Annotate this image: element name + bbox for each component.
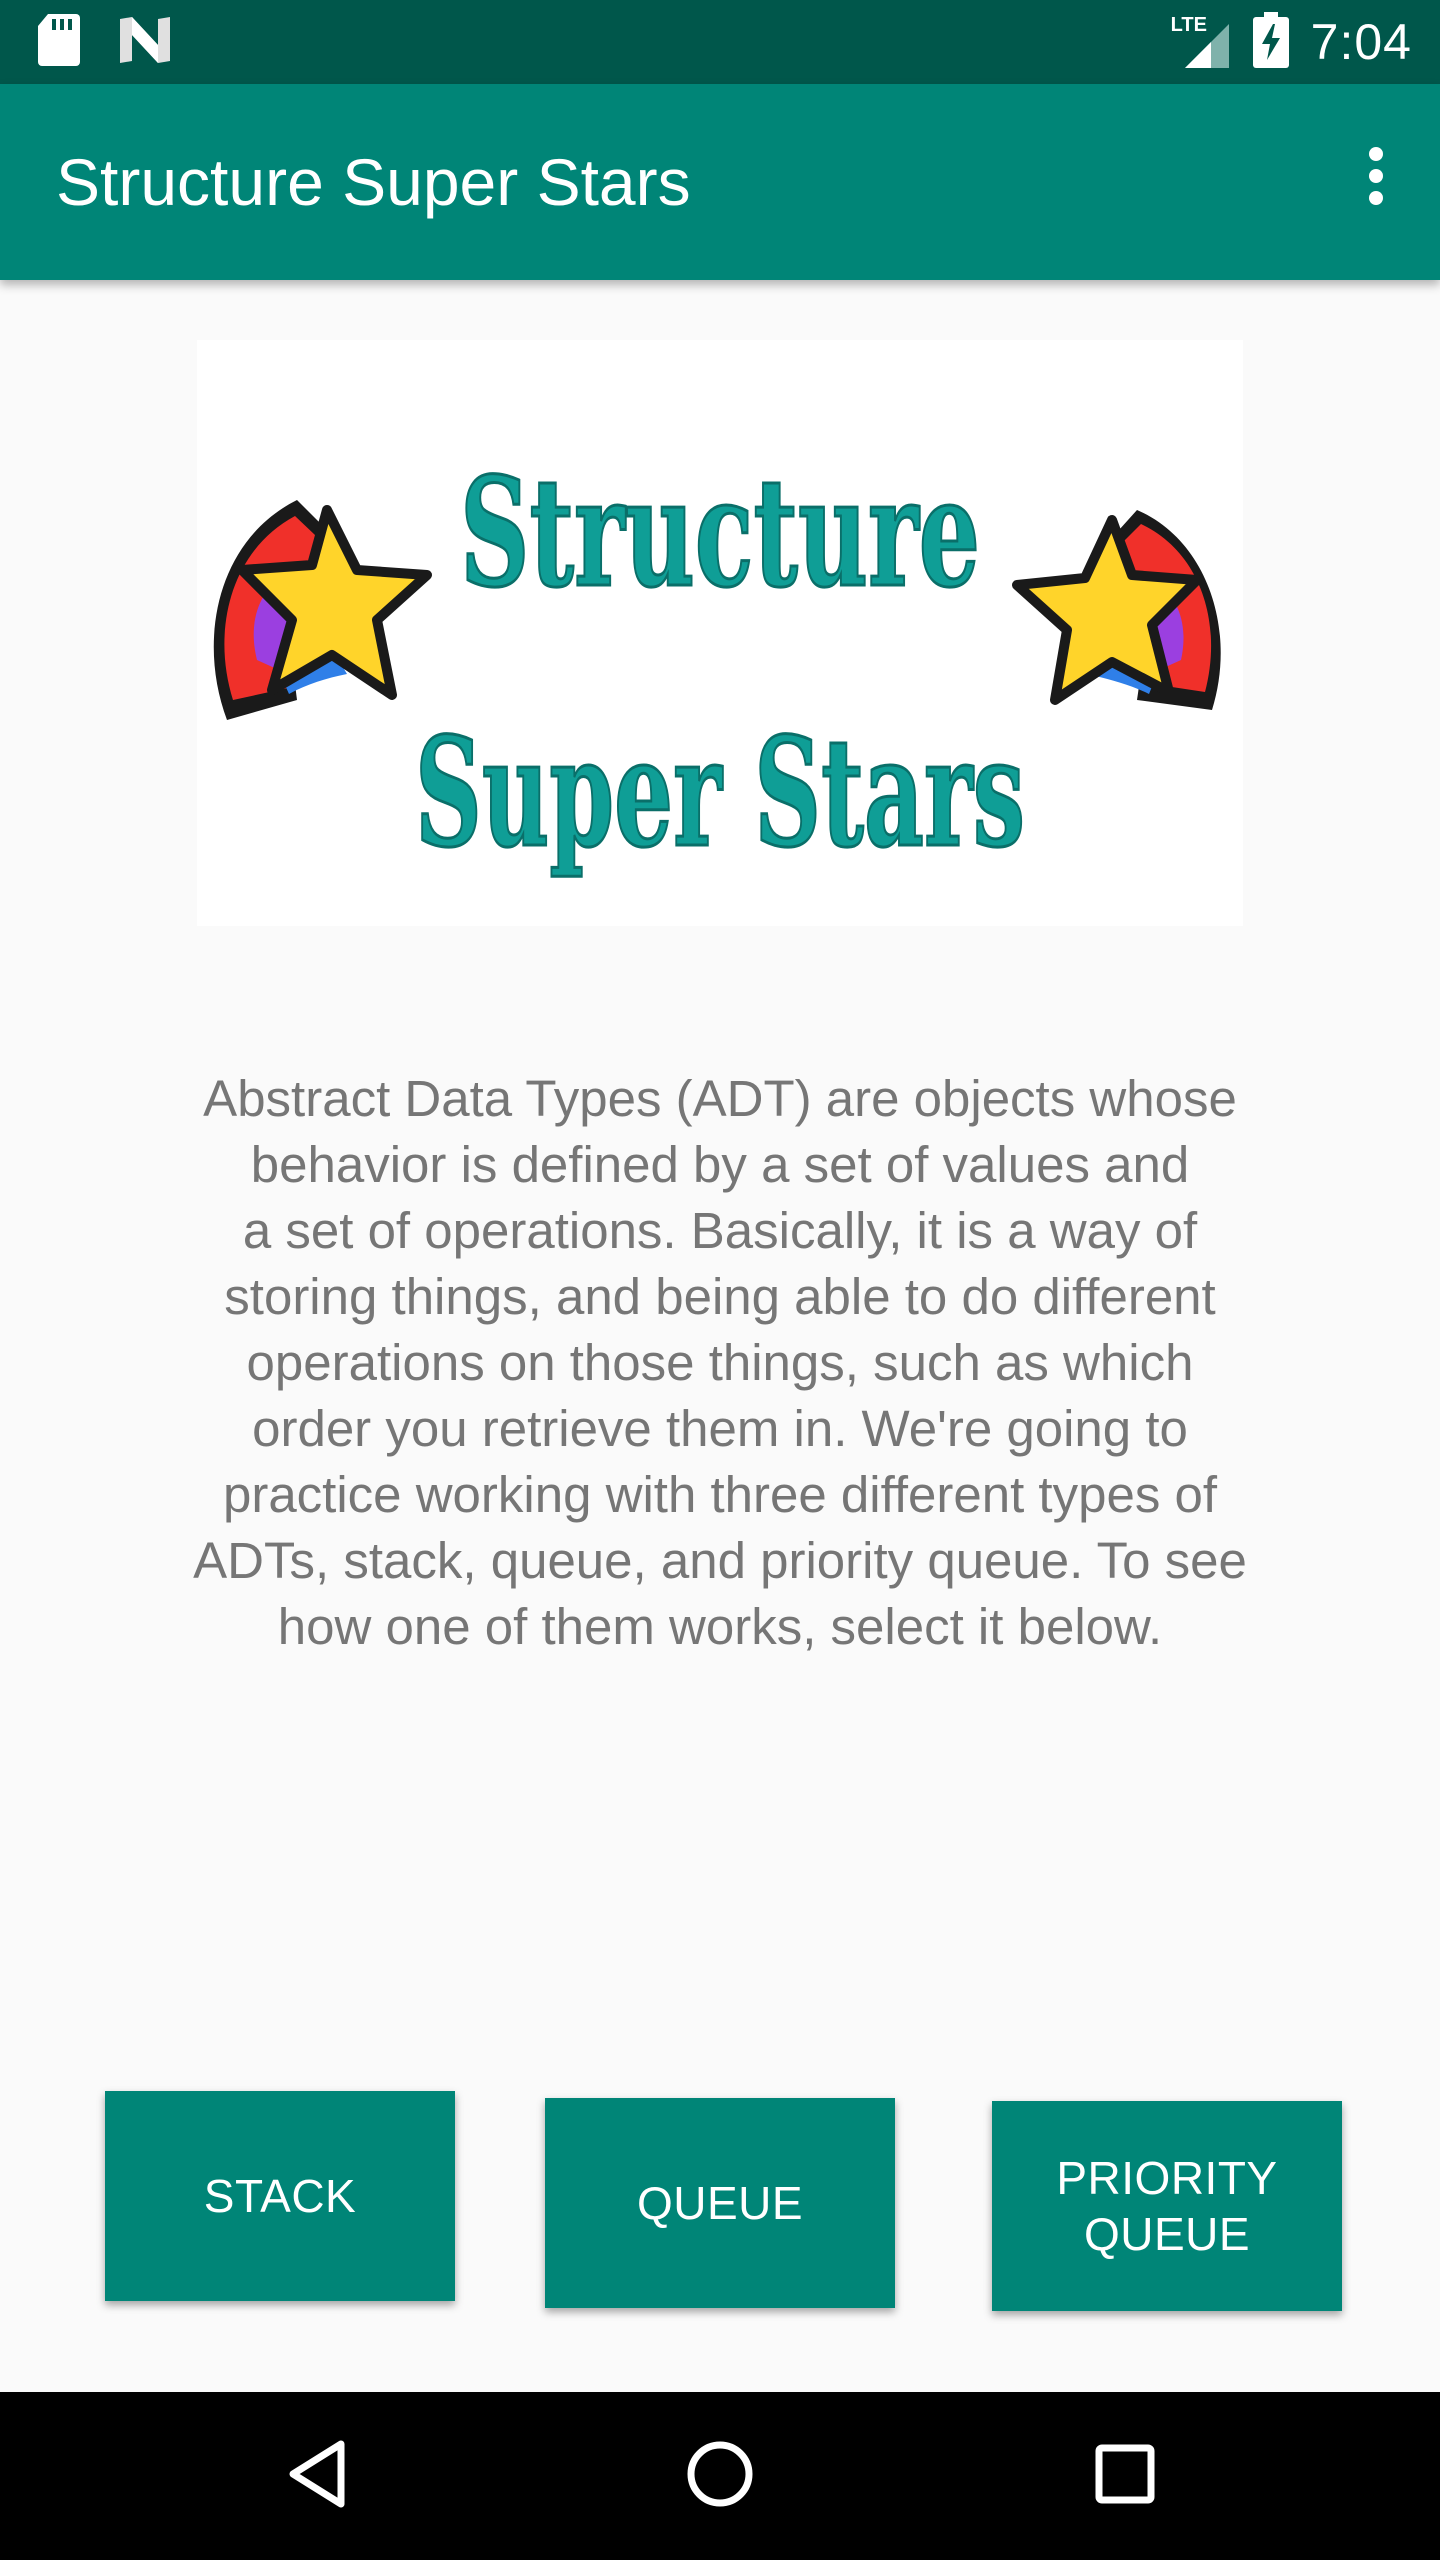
- stack-button[interactable]: STACK: [105, 2091, 455, 2301]
- battery-charging-icon: [1252, 11, 1289, 73]
- overflow-menu-icon: [1366, 146, 1386, 211]
- navigation-bar: [0, 2392, 1440, 2560]
- logo-image: Structure Super Stars: [197, 340, 1243, 926]
- home-icon: [684, 2438, 756, 2515]
- priority-queue-button[interactable]: PRIORITY QUEUE: [992, 2101, 1342, 2311]
- signal-icon: LTE: [1171, 14, 1231, 70]
- app-title: Structure Super Stars: [56, 145, 691, 219]
- home-button[interactable]: [640, 2392, 800, 2560]
- recents-button[interactable]: [1045, 2392, 1205, 2560]
- queue-button[interactable]: QUEUE: [545, 2098, 895, 2308]
- left-star-icon: [213, 500, 432, 720]
- status-clock: 7:04: [1310, 14, 1412, 70]
- right-star-icon: [1012, 510, 1221, 710]
- status-right-icons: LTE 7:04: [1171, 0, 1412, 84]
- overflow-menu-button[interactable]: [1340, 128, 1412, 228]
- app-bar: Structure Super Stars: [0, 84, 1440, 280]
- status-left-icons: [38, 14, 172, 71]
- status-bar: LTE 7:04: [0, 0, 1440, 84]
- sd-card-icon: [38, 14, 80, 71]
- logo-line-1: Structure: [460, 445, 980, 621]
- back-button[interactable]: [237, 2392, 397, 2560]
- adt-description: Abstract Data Types (ADT) are objects wh…: [193, 1070, 1247, 1655]
- back-icon: [285, 2438, 349, 2515]
- logo-line-2: Super Stars: [415, 705, 1025, 881]
- recents-icon: [1093, 2442, 1157, 2511]
- n-logo-icon: [118, 15, 172, 70]
